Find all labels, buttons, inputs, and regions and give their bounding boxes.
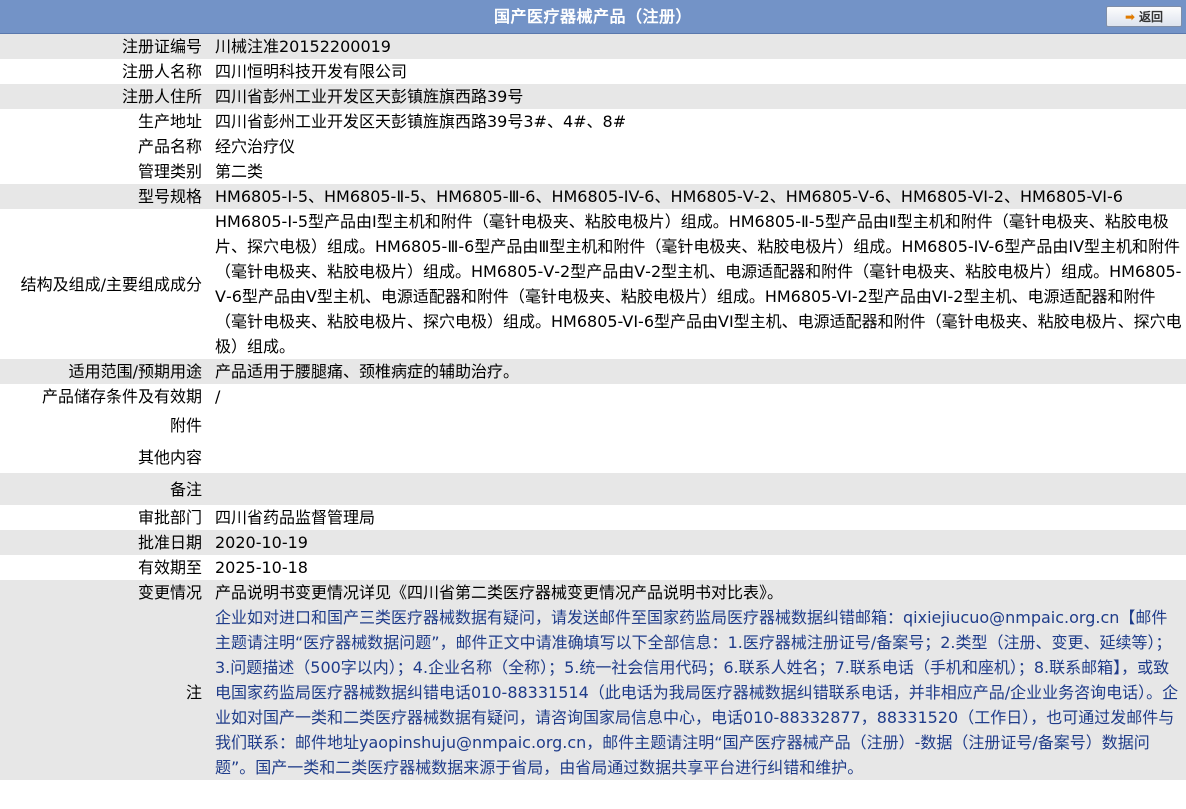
row-label: 审批部门 bbox=[0, 505, 205, 530]
page-title: 国产医疗器械产品（注册） bbox=[493, 7, 692, 26]
row-value: 第二类 bbox=[205, 159, 1186, 184]
row-value: 四川省彭州工业开发区天彭镇旌旗西路39号3#、4#、8# bbox=[205, 109, 1186, 134]
table-row: 注册证编号 川械注准20152200019 bbox=[0, 34, 1186, 59]
row-label: 注册证编号 bbox=[0, 34, 205, 59]
row-value: 2020-10-19 bbox=[205, 530, 1186, 555]
note-row: 注 企业如对进口和国产三类医疗器械数据有疑问，请发送邮件至国家药监局医疗器械数据… bbox=[0, 605, 1186, 780]
detail-table: 注册证编号 川械注准20152200019 注册人名称 四川恒明科技开发有限公司… bbox=[0, 34, 1186, 780]
back-button[interactable]: ➡ 返回 bbox=[1106, 6, 1182, 27]
row-label: 附件 bbox=[0, 409, 205, 441]
arrow-right-icon: ➡ bbox=[1124, 9, 1136, 24]
row-label: 注册人名称 bbox=[0, 59, 205, 84]
row-label: 产品储存条件及有效期 bbox=[0, 384, 205, 409]
table-row: 管理类别 第二类 bbox=[0, 159, 1186, 184]
row-value: / bbox=[205, 384, 1186, 409]
back-button-label: 返回 bbox=[1139, 10, 1164, 24]
row-value bbox=[205, 473, 1186, 505]
table-row: 注册人名称 四川恒明科技开发有限公司 bbox=[0, 59, 1186, 84]
table-row: 变更情况 产品说明书变更情况详见《四川省第二类医疗器械变更情况产品说明书对比表》… bbox=[0, 580, 1186, 605]
row-label: 管理类别 bbox=[0, 159, 205, 184]
table-row: 备注 bbox=[0, 473, 1186, 505]
row-value: 产品适用于腰腿痛、颈椎病症的辅助治疗。 bbox=[205, 359, 1186, 384]
row-value bbox=[205, 441, 1186, 473]
row-label: 生产地址 bbox=[0, 109, 205, 134]
table-row: 型号规格 HM6805-Ⅰ-5、HM6805-Ⅱ-5、HM6805-Ⅲ-6、HM… bbox=[0, 184, 1186, 209]
row-value: HM6805-Ⅰ-5型产品由Ⅰ型主机和附件（毫针电极夹、粘胶电极片）组成。HM6… bbox=[205, 209, 1186, 359]
row-label: 批准日期 bbox=[0, 530, 205, 555]
row-value: 产品说明书变更情况详见《四川省第二类医疗器械变更情况产品说明书对比表》。 bbox=[205, 580, 1186, 605]
row-value: 四川省药品监督管理局 bbox=[205, 505, 1186, 530]
row-label: 产品名称 bbox=[0, 134, 205, 159]
row-label: 注册人住所 bbox=[0, 84, 205, 109]
table-row: 适用范围/预期用途 产品适用于腰腿痛、颈椎病症的辅助治疗。 bbox=[0, 359, 1186, 384]
row-value: 2025-10-18 bbox=[205, 555, 1186, 580]
table-row: 产品储存条件及有效期 / bbox=[0, 384, 1186, 409]
table-row: 产品名称 经穴治疗仪 bbox=[0, 134, 1186, 159]
note-text: 企业如对进口和国产三类医疗器械数据有疑问，请发送邮件至国家药监局医疗器械数据纠错… bbox=[205, 605, 1186, 780]
row-value: HM6805-Ⅰ-5、HM6805-Ⅱ-5、HM6805-Ⅲ-6、HM6805-… bbox=[205, 184, 1186, 209]
row-value: 川械注准20152200019 bbox=[205, 34, 1186, 59]
row-label: 型号规格 bbox=[0, 184, 205, 209]
row-label: 有效期至 bbox=[0, 555, 205, 580]
table-row: 有效期至 2025-10-18 bbox=[0, 555, 1186, 580]
table-row: 结构及组成/主要组成成分 HM6805-Ⅰ-5型产品由Ⅰ型主机和附件（毫针电极夹… bbox=[0, 209, 1186, 359]
table-row: 附件 bbox=[0, 409, 1186, 441]
note-label: 注 bbox=[0, 605, 205, 780]
row-label: 其他内容 bbox=[0, 441, 205, 473]
page-header: 国产医疗器械产品（注册） ➡ 返回 bbox=[0, 0, 1186, 34]
table-row: 审批部门 四川省药品监督管理局 bbox=[0, 505, 1186, 530]
table-row: 其他内容 bbox=[0, 441, 1186, 473]
row-label: 结构及组成/主要组成成分 bbox=[0, 209, 205, 359]
row-label: 变更情况 bbox=[0, 580, 205, 605]
table-row: 注册人住所 四川省彭州工业开发区天彭镇旌旗西路39号 bbox=[0, 84, 1186, 109]
table-row: 生产地址 四川省彭州工业开发区天彭镇旌旗西路39号3#、4#、8# bbox=[0, 109, 1186, 134]
row-value: 四川恒明科技开发有限公司 bbox=[205, 59, 1186, 84]
row-label: 备注 bbox=[0, 473, 205, 505]
row-value: 四川省彭州工业开发区天彭镇旌旗西路39号 bbox=[205, 84, 1186, 109]
table-row: 批准日期 2020-10-19 bbox=[0, 530, 1186, 555]
row-value: 经穴治疗仪 bbox=[205, 134, 1186, 159]
row-value bbox=[205, 409, 1186, 441]
row-label: 适用范围/预期用途 bbox=[0, 359, 205, 384]
